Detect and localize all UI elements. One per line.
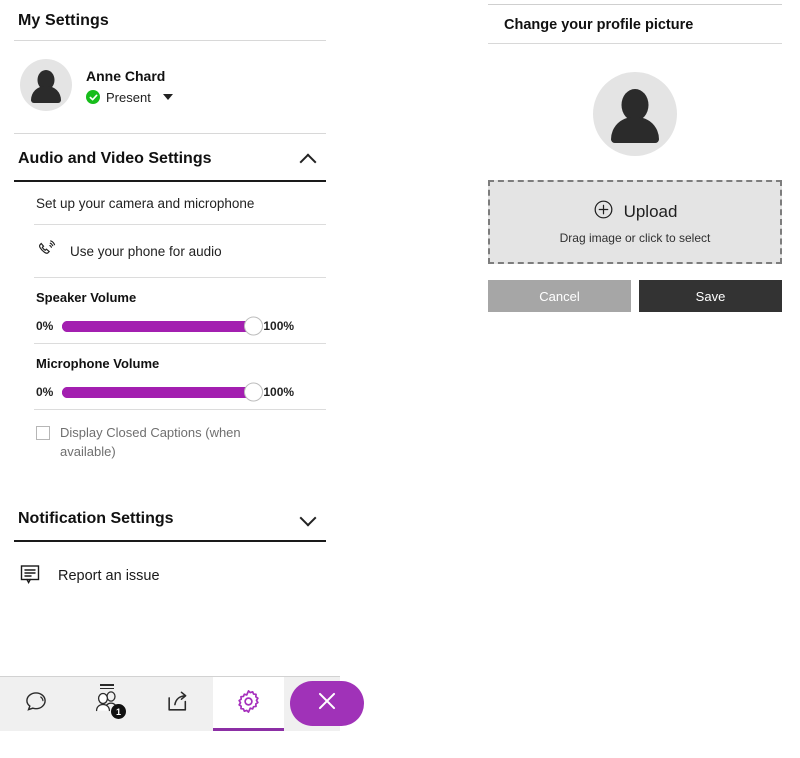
caret-down-icon[interactable]	[162, 94, 173, 100]
speaker-min-label: 0%	[36, 319, 54, 333]
page-title: My Settings	[18, 12, 109, 29]
speaker-volume-slider[interactable]	[62, 316, 264, 336]
chevron-up-icon[interactable]	[300, 151, 316, 167]
change-profile-picture-panel: Change your profile picture Upload Drag …	[470, 0, 800, 500]
closed-captions-row[interactable]: Display Closed Captions (when available)	[34, 410, 326, 472]
meeting-toolbar: 1	[0, 676, 340, 731]
chevron-down-icon[interactable]	[300, 511, 316, 527]
speaker-volume-block: Speaker Volume 0% 100%	[34, 278, 326, 343]
toolbar-item-participants[interactable]: 1	[71, 677, 142, 731]
gear-icon	[235, 688, 262, 720]
toolbar-item-share[interactable]	[142, 677, 213, 731]
closed-captions-label: Display Closed Captions (when available)	[60, 425, 241, 459]
section-title: Notification Settings	[18, 509, 174, 527]
person-avatar-icon	[593, 72, 677, 156]
share-icon	[165, 689, 190, 719]
close-x-icon	[314, 688, 340, 719]
save-button[interactable]: Save	[639, 280, 782, 312]
check-circle-icon	[86, 90, 100, 104]
toolbar-item-chat[interactable]	[0, 677, 71, 731]
microphone-min-label: 0%	[36, 385, 54, 399]
toolbar-item-settings[interactable]	[213, 677, 284, 731]
user-profile-row[interactable]: Anne Chard Present	[14, 41, 326, 133]
my-settings-panel: My Settings Anne Chard Present Audio and…	[0, 0, 340, 676]
app-window: My Settings Anne Chard Present Audio and…	[0, 0, 800, 758]
microphone-volume-label: Microphone Volume	[36, 356, 160, 371]
user-name: Anne Chard	[86, 67, 166, 84]
presence-status-label: Present	[106, 89, 151, 105]
report-issue-label: Report an issue	[58, 568, 160, 585]
microphone-volume-slider[interactable]	[62, 382, 264, 402]
close-meeting-button[interactable]	[290, 681, 364, 726]
phone-audio-row[interactable]: Use your phone for audio	[34, 225, 326, 277]
cancel-button[interactable]: Cancel	[488, 280, 631, 312]
profile-picture-actions: Cancel Save	[488, 264, 782, 312]
profile-avatar-preview	[488, 44, 782, 180]
feedback-bubble-icon	[18, 562, 42, 591]
camera-setup-row[interactable]: Set up your camera and microphone	[34, 182, 326, 224]
drag-handle-icon[interactable]	[99, 684, 114, 691]
upload-hint: Drag image or click to select	[559, 231, 711, 245]
plus-circle-icon	[593, 199, 614, 225]
profile-picture-title: Change your profile picture	[504, 17, 694, 33]
chat-bubble-icon	[23, 689, 49, 720]
speaker-max-label: 100%	[263, 319, 295, 333]
camera-setup-label: Set up your camera and microphone	[36, 196, 255, 211]
speaker-volume-label: Speaker Volume	[36, 290, 137, 305]
speaker-slider-handle[interactable]	[244, 316, 264, 336]
phone-ringing-icon	[36, 239, 58, 264]
upload-dropzone[interactable]: Upload Drag image or click to select	[488, 180, 782, 264]
section-header-notifications[interactable]: Notification Settings	[14, 472, 326, 540]
microphone-volume-block: Microphone Volume 0% 100%	[34, 344, 326, 409]
phone-audio-label: Use your phone for audio	[70, 244, 222, 259]
section-header-audio-video[interactable]: Audio and Video Settings	[14, 134, 326, 180]
presence-selector[interactable]: Present	[86, 90, 173, 105]
section-title: Audio and Video Settings	[18, 150, 212, 167]
microphone-max-label: 100%	[263, 385, 295, 399]
report-issue-row[interactable]: Report an issue	[14, 542, 326, 599]
person-avatar-icon	[20, 59, 72, 111]
upload-label: Upload	[623, 202, 678, 221]
microphone-slider-handle[interactable]	[244, 382, 264, 402]
participant-count-badge: 1	[111, 704, 126, 719]
closed-captions-checkbox[interactable]	[36, 426, 50, 440]
